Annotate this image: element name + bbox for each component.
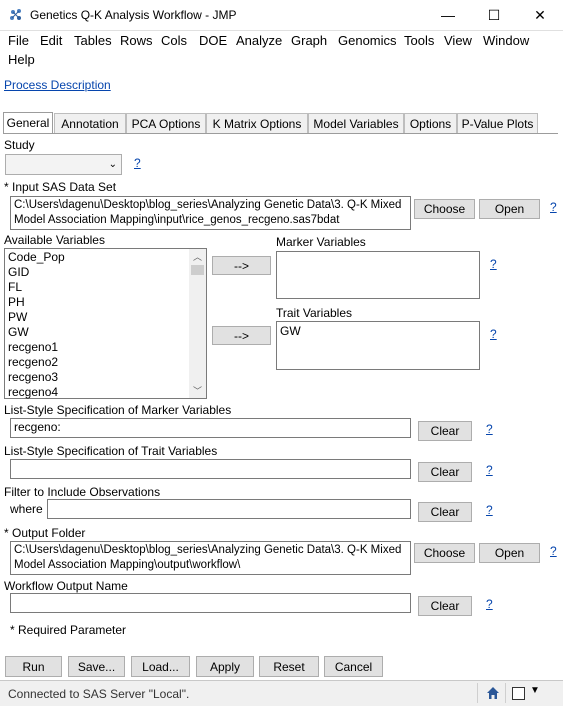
reset-button[interactable]: Reset	[259, 656, 319, 677]
input-open-button[interactable]: Open	[479, 199, 540, 219]
filter-help-link[interactable]: ?	[486, 503, 493, 517]
workflow-name-label: Workflow Output Name	[4, 579, 128, 593]
list-item[interactable]: PH	[5, 295, 190, 310]
list-marker-input[interactable]: recgeno:	[10, 418, 411, 438]
scroll-up-icon[interactable]: ︿	[193, 250, 202, 263]
tab-general[interactable]: General	[3, 112, 53, 134]
tab-k-matrix-options[interactable]: K Matrix Options	[206, 113, 308, 133]
home-icon[interactable]	[486, 686, 500, 700]
status-separator	[505, 683, 506, 703]
menu-tools[interactable]: Tools	[404, 33, 434, 48]
trait-help-link[interactable]: ?	[490, 327, 497, 341]
marker-variables-list[interactable]	[276, 251, 480, 299]
where-label: where	[10, 502, 43, 516]
menu-rows[interactable]: Rows	[120, 33, 153, 48]
apply-button[interactable]: Apply	[196, 656, 254, 677]
menu-help[interactable]: Help	[8, 52, 35, 67]
menu-edit[interactable]: Edit	[40, 33, 62, 48]
trait-variables-list[interactable]: GW	[276, 321, 480, 370]
required-note: * Required Parameter	[10, 623, 127, 637]
list-item[interactable]: GID	[5, 265, 190, 280]
input-help-link[interactable]: ?	[550, 200, 557, 214]
list-item[interactable]: GW	[277, 324, 479, 339]
scroll-thumb[interactable]	[191, 265, 204, 275]
output-folder-path[interactable]: C:\Users\dagenu\Desktop\blog_series\Anal…	[10, 541, 411, 575]
close-button[interactable]: ✕	[517, 0, 563, 30]
load-button[interactable]: Load...	[131, 656, 190, 677]
process-description-link[interactable]: Process Description	[4, 78, 111, 92]
workflow-name-clear-button[interactable]: Clear	[418, 596, 472, 616]
run-button[interactable]: Run	[5, 656, 62, 677]
study-select[interactable]: ⌄	[5, 154, 122, 175]
menu-doe[interactable]: DOE	[199, 33, 227, 48]
dropdown-arrow-icon[interactable]: ▼	[530, 685, 540, 696]
menu-genomics[interactable]: Genomics	[338, 33, 397, 48]
menu-tables[interactable]: Tables	[74, 33, 112, 48]
output-help-link[interactable]: ?	[550, 544, 557, 558]
list-marker-help-link[interactable]: ?	[486, 422, 493, 436]
add-trait-button[interactable]: -->	[212, 326, 271, 345]
list-marker-label: List-Style Specification of Marker Varia…	[4, 403, 232, 417]
study-label: Study	[4, 138, 35, 152]
window-title: Genetics Q-K Analysis Workflow - JMP	[30, 8, 237, 22]
tab-divider	[3, 133, 558, 134]
list-item[interactable]: Code_Pop	[5, 250, 190, 265]
filter-input[interactable]	[47, 499, 411, 519]
tab-pca-options[interactable]: PCA Options	[126, 113, 206, 133]
menu-cols[interactable]: Cols	[161, 33, 187, 48]
tab-model-variables[interactable]: Model Variables	[308, 113, 404, 133]
menu-analyze[interactable]: Analyze	[236, 33, 282, 48]
scroll-down-icon[interactable]: ﹀	[193, 384, 202, 397]
workflow-name-help-link[interactable]: ?	[486, 597, 493, 611]
menu-view[interactable]: View	[444, 33, 472, 48]
trait-variables-label: Trait Variables	[276, 306, 353, 320]
available-variables-label: Available Variables	[4, 233, 105, 247]
list-item[interactable]: recgeno4	[5, 385, 190, 400]
output-open-button[interactable]: Open	[479, 543, 540, 563]
list-item[interactable]: recgeno2	[5, 355, 190, 370]
output-folder-label: * Output Folder	[4, 526, 86, 540]
marker-variables-label: Marker Variables	[276, 235, 366, 249]
status-text: Connected to SAS Server "Local".	[8, 687, 190, 701]
marker-help-link[interactable]: ?	[490, 257, 497, 271]
tab-p-value-plots[interactable]: P-Value Plots	[457, 113, 538, 133]
list-marker-clear-button[interactable]: Clear	[418, 421, 472, 441]
title-bar: Genetics Q-K Analysis Workflow - JMP — ☐…	[0, 0, 563, 31]
workflow-name-input[interactable]	[10, 593, 411, 613]
input-data-path[interactable]: C:\Users\dagenu\Desktop\blog_series\Anal…	[10, 196, 411, 230]
input-data-label: * Input SAS Data Set	[4, 180, 117, 194]
status-bar: Connected to SAS Server "Local". ▼	[0, 680, 563, 706]
cancel-button[interactable]: Cancel	[324, 656, 383, 677]
menu-graph[interactable]: Graph	[291, 33, 327, 48]
list-item[interactable]: FL	[5, 280, 190, 295]
list-trait-label: List-Style Specification of Trait Variab…	[4, 444, 218, 458]
tab-options[interactable]: Options	[404, 113, 457, 133]
list-item[interactable]: PW	[5, 310, 190, 325]
available-variables-list[interactable]: Code_Pop GID FL PH PW GW recgeno1 recgen…	[4, 248, 207, 399]
study-help-link[interactable]: ?	[134, 156, 141, 170]
list-trait-clear-button[interactable]: Clear	[418, 462, 472, 482]
menu-bar: File Edit Tables Rows Cols DOE Analyze G…	[0, 30, 563, 70]
window-list-icon[interactable]	[512, 687, 525, 700]
output-choose-button[interactable]: Choose	[414, 543, 475, 563]
list-item[interactable]: recgeno3	[5, 370, 190, 385]
filter-clear-button[interactable]: Clear	[418, 502, 472, 522]
list-trait-help-link[interactable]: ?	[486, 463, 493, 477]
minimize-button[interactable]: —	[425, 0, 471, 30]
save-button[interactable]: Save...	[68, 656, 125, 677]
list-trait-input[interactable]	[10, 459, 411, 479]
input-choose-button[interactable]: Choose	[414, 199, 475, 219]
available-scrollbar[interactable]: ︿ ﹀	[189, 249, 206, 398]
status-separator	[477, 683, 478, 703]
list-item[interactable]: recgeno1	[5, 340, 190, 355]
chevron-down-icon: ⌄	[108, 159, 117, 170]
jmp-app-icon	[10, 9, 21, 20]
tab-annotation[interactable]: Annotation	[54, 113, 126, 133]
menu-file[interactable]: File	[8, 33, 29, 48]
add-marker-button[interactable]: -->	[212, 256, 271, 275]
maximize-button[interactable]: ☐	[471, 0, 517, 30]
filter-label: Filter to Include Observations	[4, 485, 161, 499]
menu-window[interactable]: Window	[483, 33, 529, 48]
list-item[interactable]: GW	[5, 325, 190, 340]
